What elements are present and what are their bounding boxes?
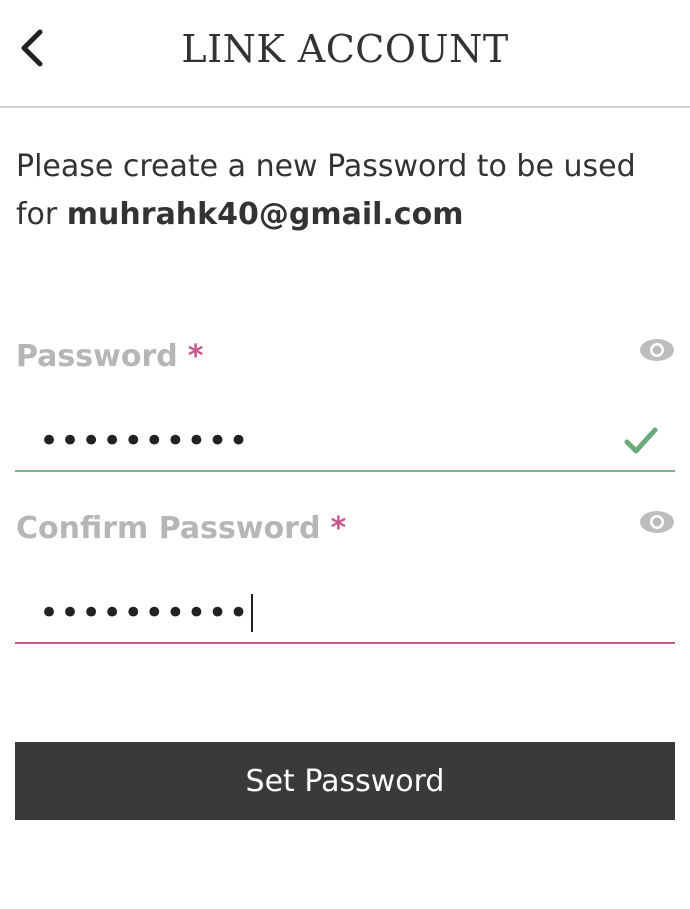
password-label: Password * [16, 339, 203, 374]
check-icon [624, 427, 658, 454]
password-label-text: Password [16, 339, 178, 374]
password-input[interactable]: •••••••••• [15, 412, 675, 472]
required-mark: * [187, 339, 204, 374]
required-mark: * [330, 511, 347, 546]
text-caret [250, 594, 253, 632]
confirm-password-input[interactable]: •••••••••• [15, 584, 675, 644]
set-password-button[interactable]: Set Password [15, 742, 675, 820]
page-title: LINK ACCOUNT [181, 27, 509, 71]
instruction-text: Please create a new Password to be used … [16, 143, 678, 239]
password-value: •••••••••• [39, 421, 250, 461]
account-email: muhrahk40@gmail.com [66, 197, 464, 232]
app-header: LINK ACCOUNT [0, 0, 690, 108]
confirm-password-label-text: Confirm Password [16, 511, 321, 546]
confirm-password-value: •••••••••• [39, 593, 250, 633]
confirm-password-label: Confirm Password * [16, 511, 346, 546]
eye-icon[interactable] [638, 508, 676, 536]
confirm-password-value-wrap: •••••••••• [15, 594, 253, 632]
eye-icon[interactable] [638, 336, 676, 364]
